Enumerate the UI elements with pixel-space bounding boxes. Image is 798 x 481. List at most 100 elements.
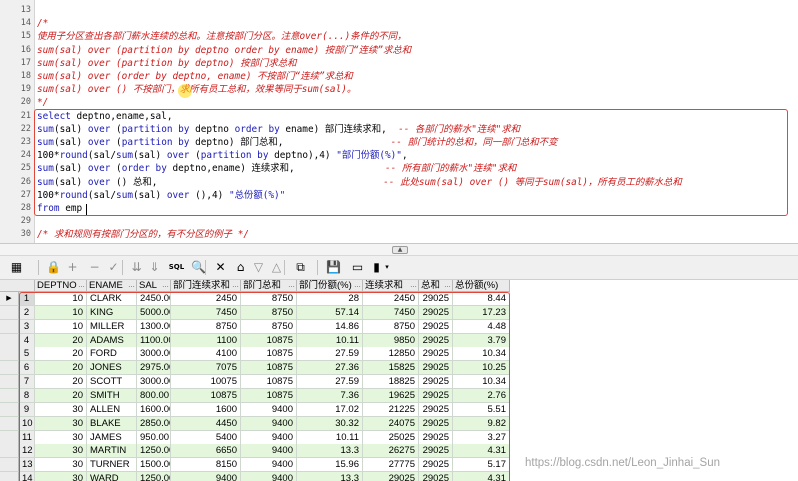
- up-icon[interactable]: △: [268, 259, 285, 276]
- row-indicator[interactable]: [0, 430, 19, 445]
- table-cell[interactable]: 9400: [241, 472, 297, 481]
- row-indicator[interactable]: [0, 333, 19, 348]
- table-cell[interactable]: 5.51: [453, 402, 510, 417]
- table-cell[interactable]: 9400: [241, 444, 297, 459]
- sql-icon[interactable]: SQL: [168, 259, 185, 276]
- grid-menu-icon[interactable]: ▦: [8, 259, 25, 276]
- row-indicator[interactable]: [0, 444, 19, 459]
- row-number[interactable]: 5: [19, 347, 35, 362]
- column-menu-icon[interactable]: …: [232, 280, 239, 291]
- collapse-arrow-icon[interactable]: ▲: [392, 246, 408, 254]
- table-cell[interactable]: 8750: [363, 319, 419, 334]
- row-indicator[interactable]: [0, 472, 19, 481]
- save-icon[interactable]: 💾: [325, 259, 342, 276]
- table-cell[interactable]: 30.32: [297, 416, 363, 431]
- table-cell[interactable]: 4.31: [453, 472, 510, 481]
- table-cell[interactable]: ALLEN: [87, 402, 137, 417]
- table-cell[interactable]: 5400: [171, 430, 241, 445]
- code-line[interactable]: 18 sum(sal) over (order by deptno, ename)…: [0, 70, 798, 83]
- add-row-icon[interactable]: +: [64, 259, 81, 276]
- table-cell[interactable]: 4450: [171, 416, 241, 431]
- code-line[interactable]: 17 sum(sal) over (partition by deptno) 按部…: [0, 57, 798, 70]
- code-text[interactable]: */: [37, 96, 48, 109]
- table-cell[interactable]: 8.44: [453, 292, 510, 306]
- table-cell[interactable]: 10075: [171, 375, 241, 390]
- table-cell[interactable]: 8750: [241, 319, 297, 334]
- last-down-icon[interactable]: ⇓: [146, 259, 163, 276]
- table-cell[interactable]: 13.3: [297, 472, 363, 481]
- code-line[interactable]: 14 /*: [0, 17, 798, 30]
- code-text[interactable]: sum(sal) over (partition by deptno) 按部门求…: [37, 57, 296, 70]
- table-cell[interactable]: 10875: [241, 361, 297, 376]
- table-cell[interactable]: 13.3: [297, 444, 363, 459]
- table-cell[interactable]: 2.76: [453, 388, 510, 403]
- table-cell[interactable]: 29025: [419, 416, 453, 431]
- table-cell[interactable]: 29025: [419, 361, 453, 376]
- column-menu-icon[interactable]: …: [444, 280, 451, 291]
- table-cell[interactable]: 29025: [419, 458, 453, 473]
- table-cell[interactable]: 14.86: [297, 319, 363, 334]
- table-cell[interactable]: MARTIN: [87, 444, 137, 459]
- table-cell[interactable]: 29025: [363, 472, 419, 481]
- table-cell[interactable]: 1600.00: [137, 402, 171, 417]
- table-cell[interactable]: 27.59: [297, 375, 363, 390]
- table-cell[interactable]: 800.00: [137, 388, 171, 403]
- row-number[interactable]: 3: [19, 319, 35, 334]
- table-cell[interactable]: 12850: [363, 347, 419, 362]
- table-cell[interactable]: 6650: [171, 444, 241, 459]
- table-icon[interactable]: ▭: [349, 259, 366, 276]
- table-cell[interactable]: 10.34: [453, 375, 510, 390]
- table-cell[interactable]: 1300.00: [137, 319, 171, 334]
- table-cell[interactable]: 10875: [241, 347, 297, 362]
- table-cell[interactable]: 10.34: [453, 347, 510, 362]
- table-cell[interactable]: 7450: [363, 305, 419, 320]
- table-cell[interactable]: 2450.00: [137, 292, 171, 306]
- row-number[interactable]: 11: [19, 430, 35, 445]
- table-cell[interactable]: 9.82: [453, 416, 510, 431]
- table-cell[interactable]: 30: [35, 458, 87, 473]
- code-line[interactable]: 19 sum(sal) over () 不按部门，求所有员工总和，效果等同于sum…: [0, 83, 798, 96]
- row-number[interactable]: 2: [19, 305, 35, 320]
- table-cell[interactable]: 10875: [241, 388, 297, 403]
- row-number[interactable]: 9: [19, 402, 35, 417]
- column-header[interactable]: DEPTNO…: [35, 280, 87, 292]
- table-cell[interactable]: 20: [35, 333, 87, 348]
- row-indicator[interactable]: [0, 402, 19, 417]
- table-cell[interactable]: 1250.00: [137, 444, 171, 459]
- table-cell[interactable]: 15825: [363, 361, 419, 376]
- chart-dropdown-icon[interactable]: ▾: [383, 259, 391, 276]
- column-header[interactable]: 总和…: [419, 280, 453, 292]
- next-down-icon[interactable]: ⇊: [128, 259, 145, 276]
- table-cell[interactable]: 10.11: [297, 430, 363, 445]
- table-cell[interactable]: 2975.00: [137, 361, 171, 376]
- table-cell[interactable]: 7075: [171, 361, 241, 376]
- column-header[interactable]: 连续求和…: [363, 280, 419, 292]
- code-text[interactable]: /* 求和规则有按部门分区的，有不分区的例子 */: [37, 228, 249, 241]
- down-icon[interactable]: ▽: [250, 259, 267, 276]
- results-grid[interactable]: DEPTNO… ENAME… SAL… 部门连续求和… 部门总和… 部门份额(%)… 连续求…: [0, 280, 798, 481]
- table-cell[interactable]: 30: [35, 472, 87, 481]
- row-indicator[interactable]: [0, 458, 19, 473]
- table-cell[interactable]: SCOTT: [87, 375, 137, 390]
- table-cell[interactable]: 2450: [363, 292, 419, 306]
- table-cell[interactable]: 1100: [171, 333, 241, 348]
- table-cell[interactable]: 10.25: [453, 361, 510, 376]
- row-number[interactable]: 4: [19, 333, 35, 348]
- table-cell[interactable]: 10875: [241, 333, 297, 348]
- table-cell[interactable]: 57.14: [297, 305, 363, 320]
- row-indicator[interactable]: [0, 361, 19, 376]
- table-cell[interactable]: 9400: [241, 458, 297, 473]
- table-cell[interactable]: 5.17: [453, 458, 510, 473]
- table-cell[interactable]: 17.23: [453, 305, 510, 320]
- column-menu-icon[interactable]: …: [78, 280, 85, 291]
- table-cell[interactable]: 1600: [171, 402, 241, 417]
- table-cell[interactable]: 29025: [419, 375, 453, 390]
- table-cell[interactable]: 1100.00: [137, 333, 171, 348]
- table-cell[interactable]: 29025: [419, 430, 453, 445]
- table-cell[interactable]: 10875: [171, 388, 241, 403]
- code-text[interactable]: /*: [37, 17, 48, 30]
- post-icon[interactable]: ✓: [105, 259, 122, 276]
- code-line[interactable]: 13: [0, 4, 798, 17]
- table-cell[interactable]: 29025: [419, 333, 453, 348]
- table-cell[interactable]: WARD: [87, 472, 137, 481]
